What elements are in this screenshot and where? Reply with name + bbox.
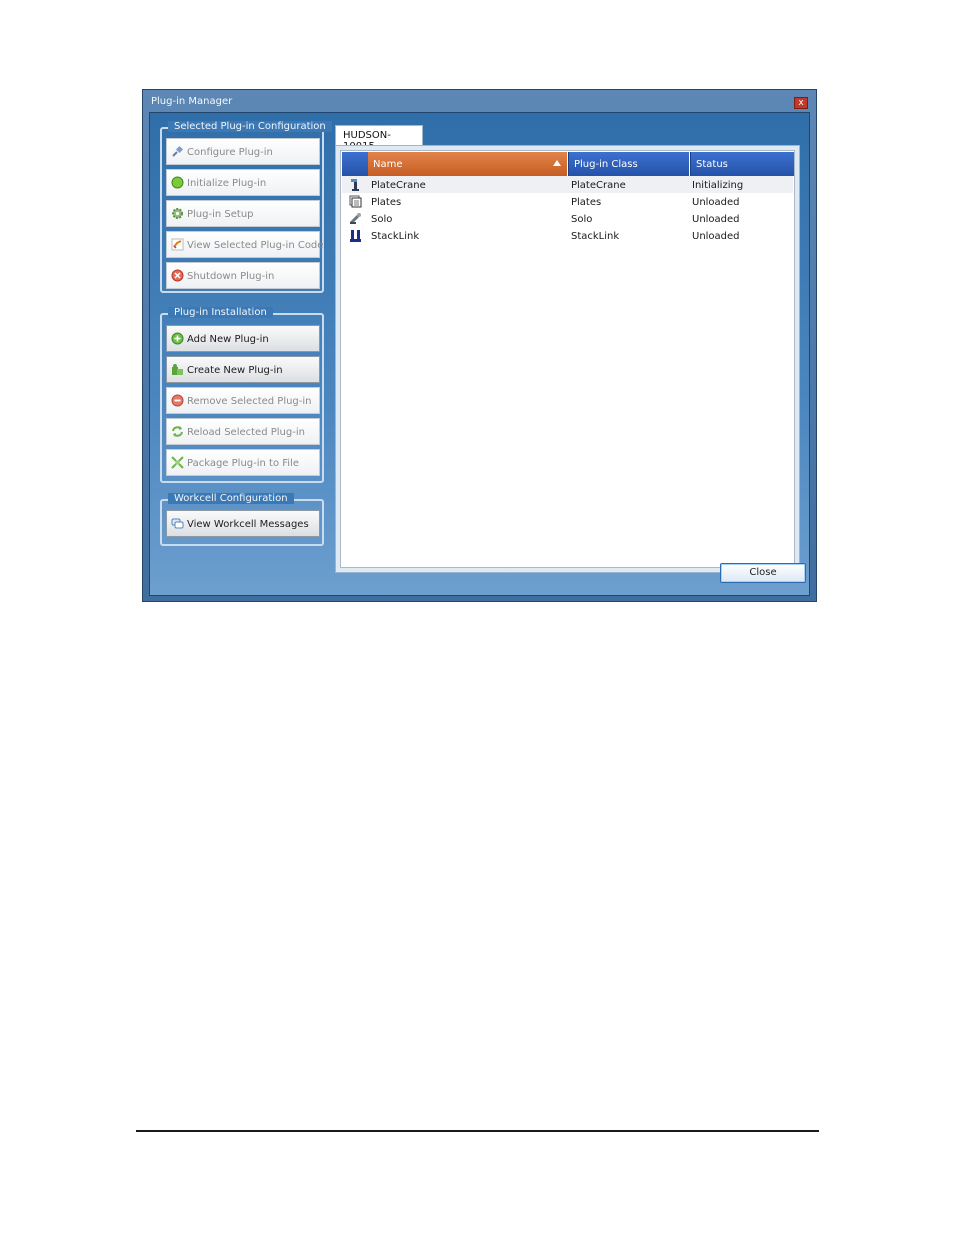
refresh-icon xyxy=(172,426,183,437)
column-header-status[interactable]: Status xyxy=(690,152,794,176)
configure-plugin-button[interactable]: Configure Plug-in xyxy=(166,138,320,165)
row-name: StackLink xyxy=(371,231,420,242)
column-header-name-label: Name xyxy=(373,159,403,170)
plugin-list: Name Plug-in Class Status PlateCrane Pla… xyxy=(340,150,795,568)
reload-selected-plugin-label: Reload Selected Plug-in xyxy=(187,427,305,438)
table-row[interactable]: Solo Solo Unloaded xyxy=(342,210,793,227)
row-class: PlateCrane xyxy=(571,180,626,191)
row-name: PlateCrane xyxy=(371,180,426,191)
plates-icon xyxy=(349,195,362,208)
close-button[interactable]: Close xyxy=(720,563,806,583)
stacklink-icon xyxy=(350,230,361,242)
row-status: Initializing xyxy=(692,180,744,191)
green-plus-icon xyxy=(171,332,184,345)
view-workcell-messages-label: View Workcell Messages xyxy=(187,519,309,530)
plugin-setup-label: Plug-in Setup xyxy=(187,209,254,220)
gear-icon xyxy=(172,208,183,219)
configure-plugin-label: Configure Plug-in xyxy=(187,147,273,158)
row-class: Plates xyxy=(571,197,602,208)
window-title: Plug-in Manager xyxy=(151,96,233,107)
package-icon xyxy=(171,456,184,469)
plugin-setup-button[interactable]: Plug-in Setup xyxy=(166,200,320,227)
reload-selected-plugin-button[interactable]: Reload Selected Plug-in xyxy=(166,418,320,445)
messages-icon xyxy=(171,518,184,529)
row-status: Unloaded xyxy=(692,214,740,225)
row-name: Solo xyxy=(371,214,393,225)
column-header-name[interactable]: Name xyxy=(368,152,567,176)
plug-icon xyxy=(172,145,184,157)
add-new-plugin-label: Add New Plug-in xyxy=(187,334,269,345)
install-group-caption: Plug-in Installation xyxy=(168,307,273,318)
table-row[interactable]: StackLink StackLink Unloaded xyxy=(342,227,793,244)
remove-selected-plugin-button[interactable]: Remove Selected Plug-in xyxy=(166,387,320,414)
red-x-icon xyxy=(171,269,184,282)
view-plugin-code-label: View Selected Plug-in Code xyxy=(187,240,324,251)
solo-icon xyxy=(349,213,361,225)
plugin-manager-window: Plug-in Manager x Selected Plug-in Confi… xyxy=(142,89,817,602)
config-group-caption: Selected Plug-in Configuration xyxy=(168,121,332,132)
header-icon-column[interactable] xyxy=(342,152,368,176)
package-plugin-label: Package Plug-in to File xyxy=(187,458,299,469)
row-class: Solo xyxy=(571,214,593,225)
row-class: StackLink xyxy=(571,231,620,242)
create-new-plugin-button[interactable]: Create New Plug-in xyxy=(166,356,320,383)
shutdown-plugin-label: Shutdown Plug-in xyxy=(187,271,275,282)
package-plugin-button[interactable]: Package Plug-in to File xyxy=(166,449,320,476)
initialize-plugin-label: Initialize Plug-in xyxy=(187,178,267,189)
add-new-plugin-button[interactable]: Add New Plug-in xyxy=(166,325,320,352)
install-group: Plug-in Installation Add New Plug-in Cre… xyxy=(160,307,324,483)
platecrane-icon xyxy=(351,179,359,191)
tab-hudson[interactable]: HUDSON-10015 xyxy=(335,125,423,152)
workcell-group-caption: Workcell Configuration xyxy=(168,493,294,504)
view-plugin-code-button[interactable]: View Selected Plug-in Code xyxy=(166,231,324,258)
column-header-class-label: Plug-in Class xyxy=(574,159,638,170)
table-row[interactable]: PlateCrane PlateCrane Initializing xyxy=(342,176,793,193)
title-bar[interactable]: Plug-in Manager x xyxy=(143,90,816,112)
red-minus-icon xyxy=(171,394,184,407)
table-row[interactable]: Plates Plates Unloaded xyxy=(342,193,793,210)
row-status: Unloaded xyxy=(692,231,740,242)
initialize-plugin-button[interactable]: Initialize Plug-in xyxy=(166,169,320,196)
create-new-plugin-label: Create New Plug-in xyxy=(187,365,283,376)
row-name: Plates xyxy=(371,197,402,208)
page-footer-rule xyxy=(136,1130,819,1132)
client-area: Selected Plug-in Configuration Configure… xyxy=(149,112,810,596)
window-close-icon[interactable]: x xyxy=(794,97,808,109)
green-circle-icon xyxy=(171,176,184,189)
puzzle-icon xyxy=(172,364,183,375)
column-header-status-label: Status xyxy=(696,159,728,170)
code-icon xyxy=(171,238,184,251)
row-status: Unloaded xyxy=(692,197,740,208)
config-group: Selected Plug-in Configuration Configure… xyxy=(160,121,332,293)
view-workcell-messages-button[interactable]: View Workcell Messages xyxy=(166,510,320,537)
tab-content-panel: Name Plug-in Class Status PlateCrane Pla… xyxy=(335,145,800,573)
column-header-class[interactable]: Plug-in Class xyxy=(568,152,689,176)
remove-selected-plugin-label: Remove Selected Plug-in xyxy=(187,396,312,407)
shutdown-plugin-button[interactable]: Shutdown Plug-in xyxy=(166,262,320,289)
sort-ascending-icon xyxy=(553,160,561,166)
workcell-group: Workcell Configuration View Workcell Mes… xyxy=(160,493,324,546)
